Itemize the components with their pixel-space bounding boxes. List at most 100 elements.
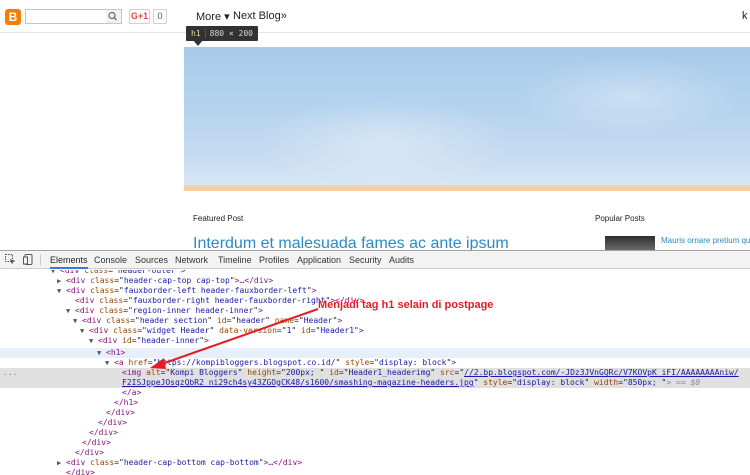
attr-name: class: [99, 296, 124, 305]
popular-post-thumbnail[interactable]: [605, 236, 655, 250]
dom-tree-node[interactable]: ▼ <h1>: [0, 348, 750, 358]
header-bottom-strip: [184, 185, 750, 191]
attr-name: id: [329, 368, 339, 377]
disclosure-triangle-icon[interactable]: ▼: [97, 348, 106, 358]
dom-tree-node[interactable]: ▼ <a href="https://kompibloggers.blogspot…: [0, 358, 750, 368]
tag-name: a: [118, 358, 124, 367]
element-inspector-tooltip: h1 880 × 200: [186, 26, 258, 41]
tag-name: div: [64, 270, 80, 275]
disclosure-triangle-icon[interactable]: ▶: [57, 458, 66, 468]
attr-name: class: [99, 306, 124, 315]
attr-value: fauxborder-right header-fauxborder-right: [132, 296, 326, 305]
dom-tree-node[interactable]: </div>: [0, 438, 750, 448]
tag-punct: >: [311, 286, 317, 295]
tab-network[interactable]: Network: [175, 251, 208, 269]
attr-name: class: [90, 458, 115, 467]
dom-tree-node[interactable]: </h1>: [0, 398, 750, 408]
tab-timeline[interactable]: Timeline: [218, 251, 252, 269]
user-link[interactable]: k: [742, 10, 748, 22]
attr-value: 200px;: [285, 368, 320, 377]
next-blog-link[interactable]: Next Blog»: [233, 10, 287, 22]
tab-profiles[interactable]: Profiles: [259, 251, 289, 269]
closing-tag: </div>: [82, 438, 111, 447]
navbar-search-input[interactable]: [25, 9, 118, 24]
attr-name: class: [90, 276, 115, 285]
attr-name: style: [483, 378, 508, 387]
popular-post-title[interactable]: Mauris ornare pretium quam, faucibus pha…: [661, 236, 750, 246]
disclosure-triangle-icon[interactable]: ▼: [57, 286, 66, 296]
dom-tree-node[interactable]: ▶ <div class="header-cap-bottom cap-botto…: [0, 458, 750, 468]
tab-elements[interactable]: Elements: [50, 251, 88, 269]
tab-application[interactable]: Application: [297, 251, 341, 269]
attr-eq: =": [160, 368, 171, 377]
attr-value: header-cap-top cap-top: [123, 276, 230, 285]
attr-name: class: [90, 286, 115, 295]
attr-eq: =": [338, 368, 349, 377]
dom-tree-node[interactable]: ▼ <div class="widget Header" data-version…: [0, 326, 750, 336]
attr-eq: =": [276, 326, 287, 335]
tag-name: div: [93, 326, 109, 335]
disclosure-triangle-icon[interactable]: ▼: [80, 326, 89, 336]
tag-punct: >: [337, 316, 343, 325]
attr-value: header-cap-bottom cap-bottom: [123, 458, 259, 467]
dom-tree-node[interactable]: </div>: [0, 418, 750, 428]
attr-value: Kompi Bloggers: [170, 368, 238, 377]
more-menu-link[interactable]: More ▾: [196, 10, 230, 23]
selected-node-ellipsis: ...: [3, 368, 18, 377]
tab-sources[interactable]: Sources: [135, 251, 168, 269]
closing-tag: </h1>: [114, 398, 139, 407]
attr-eq: =": [276, 368, 286, 377]
attr-eq: =": [226, 316, 237, 325]
dom-tree-node[interactable]: </div>: [0, 448, 750, 458]
closing-tag: </div>: [98, 418, 127, 427]
featured-post-title[interactable]: Interdum et malesuada fames ac ante ipsu…: [193, 235, 509, 250]
inspect-element-icon[interactable]: [5, 254, 16, 265]
dom-tree-node[interactable]: ▶ <div class="header-cap-top cap-top">…</…: [0, 276, 750, 286]
blogger-navbar: B G+1 0 More ▾ Next Blog» k: [0, 0, 750, 33]
dom-tree-node[interactable]: <img alt="Kompi Bloggers" height="200px;…: [0, 368, 750, 378]
disclosure-triangle-icon[interactable]: ▼: [105, 358, 114, 368]
disclosure-triangle-icon[interactable]: ▼: [73, 316, 82, 326]
dom-tree-node[interactable]: ▼ <div id="header-inner">: [0, 336, 750, 346]
gplus-button[interactable]: G+1: [129, 9, 150, 24]
disclosure-triangle-icon[interactable]: ▼: [89, 336, 98, 346]
dom-tree-node[interactable]: </div>: [0, 408, 750, 418]
attr-eq: =": [108, 270, 118, 275]
header-image[interactable]: [184, 47, 750, 187]
attr-value: fauxborder-left header-fauxborder-left: [123, 286, 307, 295]
closing-tag: </div>: [89, 428, 118, 437]
dom-tree-node[interactable]: </div>: [0, 468, 750, 475]
navbar-search-button[interactable]: [106, 9, 122, 24]
tag-close: …</div>: [268, 458, 303, 467]
dom-tree-node[interactable]: </div>: [0, 428, 750, 438]
img-src-link-cont[interactable]: F2ISJppeJOsqzQbR2_ni29ch4sy43ZGOgCK48/s1…: [122, 378, 474, 387]
tag-punct: >: [451, 358, 457, 367]
blogger-logo-icon[interactable]: B: [5, 9, 21, 25]
dom-tree-node[interactable]: ▼ <div class="fauxborder-left header-faux…: [0, 286, 750, 296]
attr-eq: =": [137, 326, 147, 335]
img-src-link[interactable]: //2.bp.blogspot.com/-JDz3JVnGQRc/V7KOVpK…: [464, 368, 739, 377]
dom-tree-node[interactable]: </a>: [0, 388, 750, 398]
attr-name: name: [274, 316, 295, 325]
dom-tree-node[interactable]: F2ISJppeJOsqzQbR2_ni29ch4sy43ZGOgCK48/s1…: [0, 378, 750, 388]
disclosure-triangle-icon[interactable]: ▶: [57, 276, 66, 286]
cloud-decoration: [514, 57, 744, 137]
tooltip-tag-name: h1: [191, 29, 201, 38]
attr-value: Header: [303, 316, 333, 325]
tab-audits[interactable]: Audits: [389, 251, 414, 269]
attr-name: class: [84, 270, 109, 275]
device-toolbar-icon[interactable]: [23, 254, 34, 265]
disclosure-triangle-icon[interactable]: ▼: [66, 306, 75, 316]
tag-name: div: [79, 306, 95, 315]
tab-console[interactable]: Console: [94, 251, 127, 269]
tab-security[interactable]: Security: [349, 251, 382, 269]
attr-value: 850px;: [627, 378, 662, 387]
attr-value: display: block: [379, 358, 447, 367]
attr-eq: =": [114, 286, 124, 295]
attr-value: header-outer: [117, 270, 176, 275]
attr-eq: =": [123, 306, 133, 315]
tag-punct: >: [358, 326, 364, 335]
dom-tree-node[interactable]: ▼ <div class="header section" id="header"…: [0, 316, 750, 326]
attr-eq: =": [369, 358, 379, 367]
closing-tag: </a>: [122, 388, 142, 397]
